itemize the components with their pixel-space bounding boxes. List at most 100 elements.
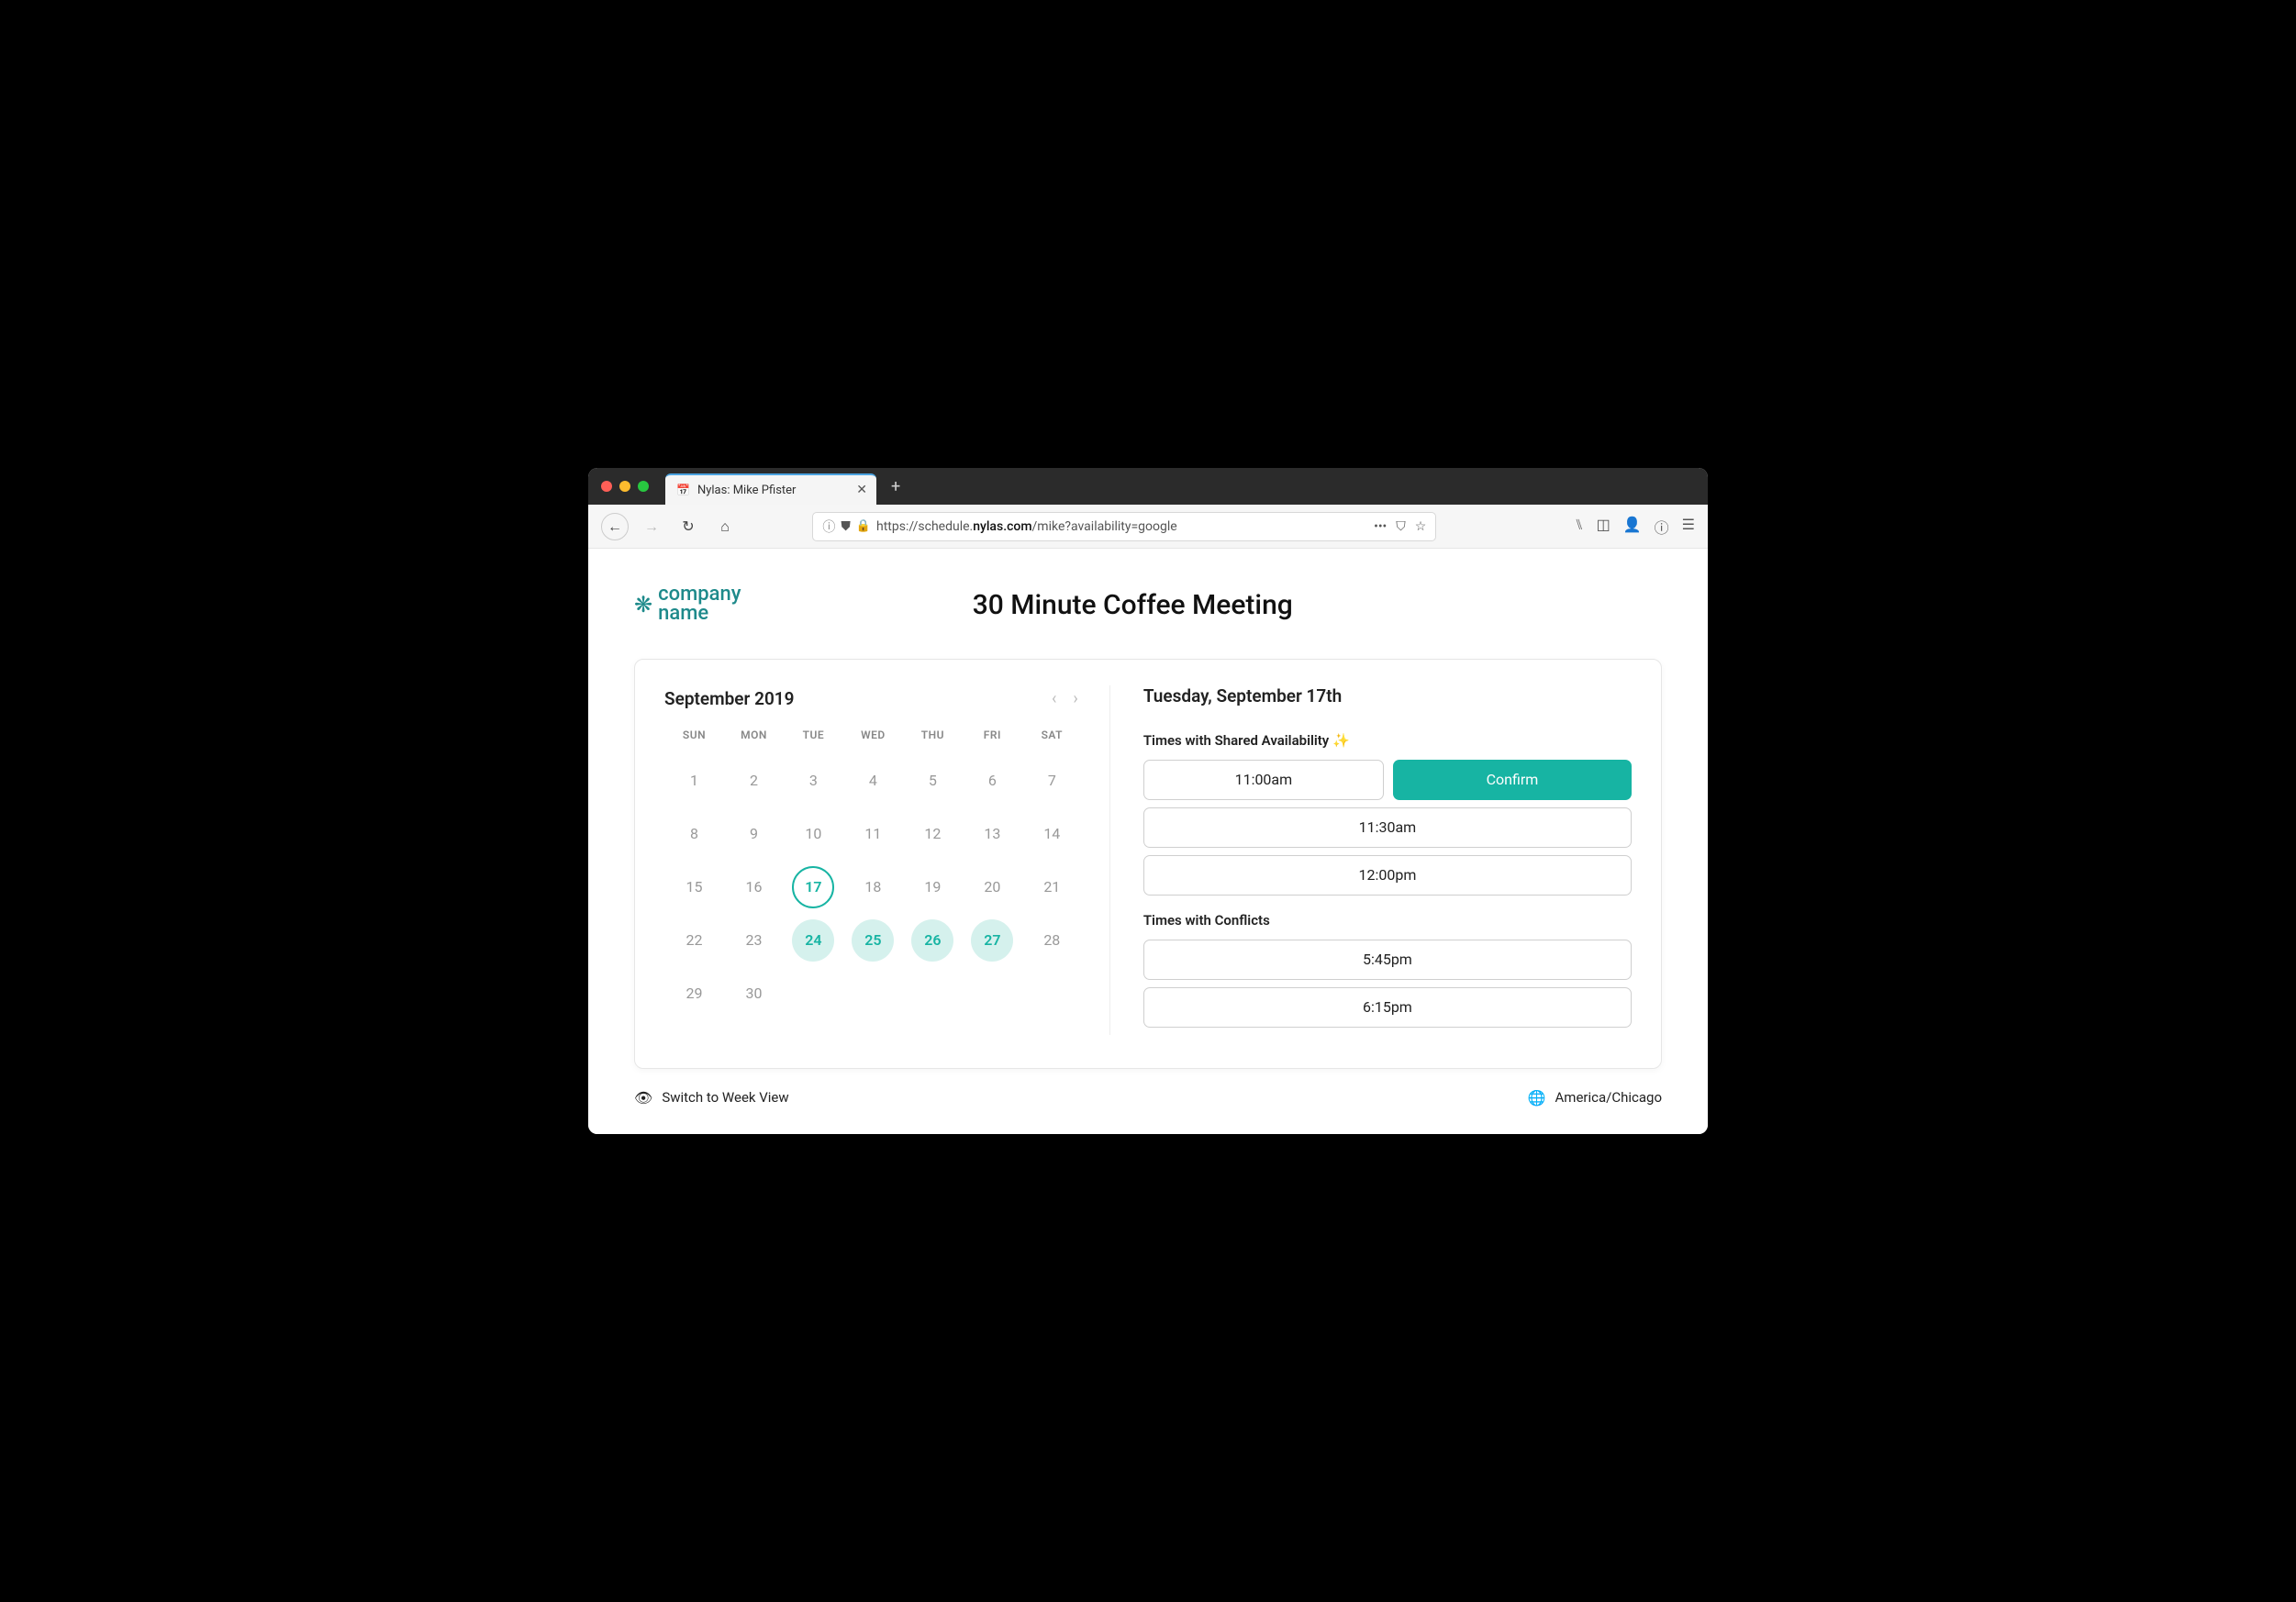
menu-icon[interactable]: ☰ (1682, 516, 1695, 538)
browser-window: 📅 Nylas: Mike Pfister ✕ + ← → ↻ ⌂ ⓘ ⛊ 🔒 … (588, 468, 1708, 1134)
browser-tab-bar: 📅 Nylas: Mike Pfister ✕ + (588, 468, 1708, 505)
calendar-day[interactable]: 17 (784, 861, 843, 914)
calendar-icon: 📅 (676, 484, 690, 496)
calendar-day[interactable]: 18 (843, 861, 903, 914)
url-bar[interactable]: ⓘ ⛊ 🔒 https://schedule.nylas.com/mike?av… (812, 512, 1436, 541)
page-footer: 👁 Switch to Week View 🌐 America/Chicago (634, 1089, 1662, 1107)
switch-view-label: Switch to Week View (662, 1089, 788, 1106)
calendar-day[interactable]: 7 (1022, 754, 1082, 807)
scheduler-card: September 2019 ‹ › SUNMONTUEWEDTHUFRISAT… (634, 659, 1662, 1069)
calendar-day[interactable]: 8 (664, 807, 724, 861)
maximize-window-button[interactable] (638, 481, 649, 492)
calendar-month-label: September 2019 (664, 688, 1048, 709)
calendar-day[interactable]: 4 (843, 754, 903, 807)
bookmark-icon[interactable]: ☆ (1415, 519, 1427, 534)
time-slot[interactable]: 12:00pm (1143, 855, 1632, 896)
calendar-day[interactable]: 12 (903, 807, 963, 861)
page-title: 30 Minute Coffee Meeting (741, 589, 1524, 621)
time-slot[interactable]: 11:30am (1143, 807, 1632, 848)
next-month-button[interactable]: › (1069, 685, 1081, 712)
page-content: ❋ company name 30 Minute Coffee Meeting … (588, 549, 1708, 1134)
calendar-weekday-header: WED (843, 729, 903, 754)
time-slot[interactable]: 11:00am (1143, 760, 1384, 800)
back-button[interactable]: ← (601, 513, 629, 540)
browser-toolbar: ← → ↻ ⌂ ⓘ ⛊ 🔒 https://schedule.nylas.com… (588, 505, 1708, 549)
window-controls (601, 481, 649, 492)
url-actions: ••• ⛉ ☆ (1374, 519, 1426, 534)
close-window-button[interactable] (601, 481, 612, 492)
library-icon[interactable]: ⑊ (1575, 516, 1584, 538)
more-icon[interactable]: ••• (1374, 519, 1387, 534)
calendar-day[interactable]: 29 (664, 967, 724, 1020)
logo-icon: ❋ (634, 592, 652, 617)
calendar-day[interactable]: 24 (784, 914, 843, 967)
calendar-day[interactable]: 21 (1022, 861, 1082, 914)
calendar-day[interactable]: 5 (903, 754, 963, 807)
tracking-shield-icon[interactable]: ⛊ (841, 519, 851, 534)
calendar-day[interactable]: 10 (784, 807, 843, 861)
calendar-day[interactable]: 16 (724, 861, 784, 914)
conflict-time-slot[interactable]: 5:45pm (1143, 940, 1632, 980)
calendar-weekday-header: SAT (1022, 729, 1082, 754)
calendar-weekday-header: FRI (963, 729, 1022, 754)
sidebar-icon[interactable]: ◫ (1597, 516, 1611, 538)
calendar-day[interactable]: 14 (1022, 807, 1082, 861)
calendar-day[interactable]: 20 (963, 861, 1022, 914)
new-tab-button[interactable]: + (891, 477, 900, 496)
conflict-time-slot[interactable]: 6:15pm (1143, 987, 1632, 1028)
calendar-day[interactable]: 22 (664, 914, 724, 967)
forward-button[interactable]: → (638, 513, 665, 540)
calendar-weekday-header: THU (903, 729, 963, 754)
calendar-day[interactable]: 28 (1022, 914, 1082, 967)
calendar-day[interactable]: 19 (903, 861, 963, 914)
home-button[interactable]: ⌂ (711, 513, 739, 540)
calendar-day[interactable]: 11 (843, 807, 903, 861)
calendar-day[interactable]: 26 (903, 914, 963, 967)
calendar-day[interactable]: 25 (843, 914, 903, 967)
shared-availability-label: Times with Shared Availability ✨ (1143, 732, 1632, 749)
calendar-day[interactable]: 15 (664, 861, 724, 914)
calendar-day (963, 967, 1022, 1020)
calendar-weekday-header: SUN (664, 729, 724, 754)
info-icon[interactable]: ⓘ (822, 517, 835, 536)
calendar-day (903, 967, 963, 1020)
toolbar-right: ⑊ ◫ 👤 ⓘ ☰ (1575, 516, 1695, 538)
calendar-day (1022, 967, 1082, 1020)
reload-button[interactable]: ↻ (674, 513, 702, 540)
lock-icon: 🔒 (856, 519, 871, 533)
timezone-selector[interactable]: 🌐 America/Chicago (1528, 1089, 1662, 1107)
calendar-day[interactable]: 9 (724, 807, 784, 861)
tab-title: Nylas: Mike Pfister (697, 484, 849, 497)
calendar-weekday-header: MON (724, 729, 784, 754)
minimize-window-button[interactable] (619, 481, 630, 492)
calendar-day (784, 967, 843, 1020)
company-logo: ❋ company name (634, 585, 741, 624)
info-circle-icon[interactable]: ⓘ (1655, 516, 1669, 538)
page-header: ❋ company name 30 Minute Coffee Meeting (634, 585, 1662, 624)
calendar-day[interactable]: 27 (963, 914, 1022, 967)
calendar-weekday-header: TUE (784, 729, 843, 754)
calendar-day[interactable]: 13 (963, 807, 1022, 861)
selected-day-label: Tuesday, September 17th (1143, 685, 1632, 706)
eye-icon: 👁 (634, 1089, 652, 1107)
calendar-day (843, 967, 903, 1020)
calendar-day[interactable]: 3 (784, 754, 843, 807)
calendar-day[interactable]: 6 (963, 754, 1022, 807)
calendar-day[interactable]: 1 (664, 754, 724, 807)
url-text: https://schedule.nylas.com/mike?availabi… (876, 519, 1359, 534)
browser-tab[interactable]: 📅 Nylas: Mike Pfister ✕ (665, 473, 876, 505)
times-panel: Tuesday, September 17th Times with Share… (1110, 685, 1632, 1035)
conflicts-label: Times with Conflicts (1143, 912, 1632, 929)
pocket-icon[interactable]: ⛉ (1396, 519, 1406, 534)
calendar-grid: SUNMONTUEWEDTHUFRISAT 123456789101112131… (664, 729, 1082, 1020)
calendar-day[interactable]: 2 (724, 754, 784, 807)
globe-icon: 🌐 (1528, 1089, 1546, 1107)
calendar-day[interactable]: 30 (724, 967, 784, 1020)
calendar-panel: September 2019 ‹ › SUNMONTUEWEDTHUFRISAT… (664, 685, 1109, 1035)
close-tab-button[interactable]: ✕ (856, 483, 867, 497)
calendar-day[interactable]: 23 (724, 914, 784, 967)
account-icon[interactable]: 👤 (1623, 516, 1642, 538)
switch-view-button[interactable]: 👁 Switch to Week View (634, 1089, 789, 1107)
prev-month-button[interactable]: ‹ (1048, 685, 1060, 712)
confirm-button[interactable]: Confirm (1393, 760, 1632, 800)
